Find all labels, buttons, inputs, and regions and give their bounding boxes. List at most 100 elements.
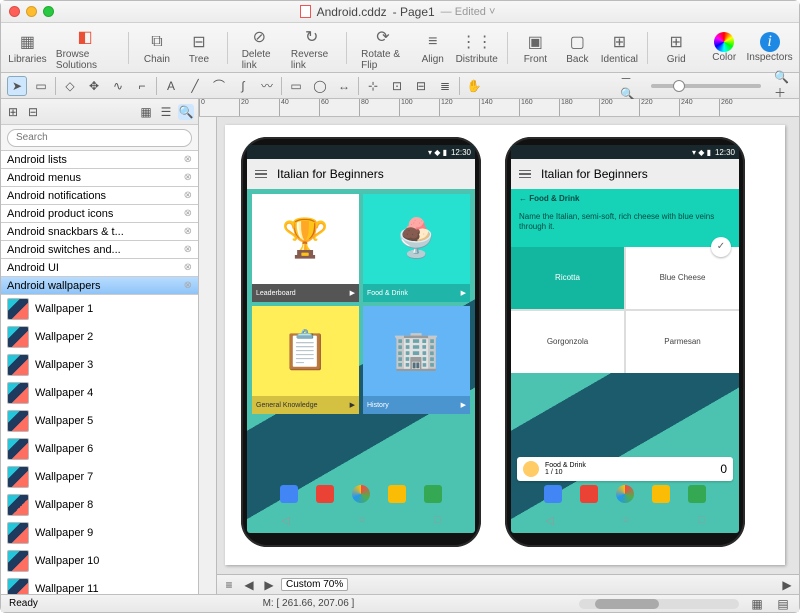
close-icon[interactable]: ⊗ [184, 280, 192, 291]
close-icon[interactable]: ⊗ [184, 244, 192, 255]
dock-app-icon[interactable] [352, 485, 370, 503]
library-item[interactable]: Wallpaper 6 [1, 435, 198, 463]
close-icon[interactable]: ⊗ [184, 262, 192, 273]
tree-button[interactable]: ⊟Tree [181, 28, 217, 67]
library-item[interactable]: Wallpaper 3 [1, 351, 198, 379]
recents-icon[interactable]: □ [434, 514, 441, 526]
view-grid-icon[interactable]: ▦ [138, 104, 154, 120]
view-mode-1-icon[interactable]: ▦ [749, 596, 765, 612]
dock-app-icon[interactable] [616, 485, 634, 503]
ellipse-icon[interactable]: ◯ [310, 76, 330, 96]
dock-app-icon[interactable] [544, 485, 562, 503]
zoom-in-icon[interactable]: 🔍＋ [773, 76, 793, 96]
inspectors-button[interactable]: iInspectors [748, 30, 791, 65]
category-item[interactable]: Android wallpapers⊗ [1, 277, 198, 295]
page-next-icon[interactable]: ▶ [261, 577, 277, 593]
front-button[interactable]: ▣Front [517, 28, 553, 67]
rect-tool-icon[interactable]: ▭ [31, 76, 51, 96]
dock-app-icon[interactable] [652, 485, 670, 503]
zoom-out-icon[interactable]: －🔍 [619, 76, 639, 96]
library-item[interactable]: Wallpaper 5 [1, 407, 198, 435]
zoom-slider[interactable] [651, 84, 761, 88]
scroll-right-icon[interactable]: ▶ [779, 577, 795, 593]
home-icon[interactable]: ○ [359, 514, 366, 526]
category-item[interactable]: Android UI⊗ [1, 259, 198, 277]
card-general-knowledge[interactable]: 📋General Knowledge▶ [252, 306, 359, 414]
category-item[interactable]: Android lists⊗ [1, 151, 198, 169]
phone-mockup-right[interactable]: ▾ ◆ ▮ 12:30 Italian for Beginners ← Food… [505, 137, 745, 547]
layers-tool-icon[interactable]: ≣ [435, 76, 455, 96]
page-surface[interactable]: ▾ ◆ ▮ 12:30 Italian for Beginners 🏆Leade… [225, 125, 785, 565]
shape-tool-icon[interactable]: ◇ [60, 76, 80, 96]
library-item-list[interactable]: Wallpaper 1Wallpaper 2Wallpaper 3Wallpap… [1, 295, 198, 594]
page-prev-icon[interactable]: ≡ [221, 577, 237, 593]
library-item[interactable]: Wallpaper 10 [1, 547, 198, 575]
answer-option[interactable]: Parmesan [626, 311, 739, 373]
view-mode-2-icon[interactable]: ▤ [775, 596, 791, 612]
close-icon[interactable]: ⊗ [184, 190, 192, 201]
canvas-viewport[interactable]: ▾ ◆ ▮ 12:30 Italian for Beginners 🏆Leade… [217, 117, 799, 574]
zoom-window-icon[interactable] [43, 6, 54, 17]
arc-tool-icon[interactable]: ⌒ [209, 76, 229, 96]
panel-toggle-icon[interactable]: ⊞ [5, 104, 21, 120]
libraries-button[interactable]: ▦Libraries [9, 28, 46, 67]
zoom-level-select[interactable]: Custom 70% [281, 578, 348, 591]
rectangle-icon[interactable]: ▭ [286, 76, 306, 96]
category-item[interactable]: Android switches and...⊗ [1, 241, 198, 259]
reverse-link-button[interactable]: ↻Reverse link [287, 23, 337, 73]
back-icon[interactable]: ◁ [281, 514, 289, 527]
spline-tool-icon[interactable]: ∫ [233, 76, 253, 96]
path-tool-icon[interactable]: ∿ [108, 76, 128, 96]
answer-option[interactable]: Ricotta [511, 247, 624, 309]
node-tool-icon[interactable]: ✥ [84, 76, 104, 96]
library-item[interactable]: Wallpaper 11 [1, 575, 198, 594]
phone-mockup-left[interactable]: ▾ ◆ ▮ 12:30 Italian for Beginners 🏆Leade… [241, 137, 481, 547]
snap-tool-icon[interactable]: ⊹ [363, 76, 383, 96]
library-item[interactable]: Wallpaper 2 [1, 323, 198, 351]
dock-app-icon[interactable] [316, 485, 334, 503]
align-button[interactable]: ≡Align [415, 28, 451, 67]
hamburger-icon[interactable] [255, 170, 267, 179]
hand-tool-icon[interactable]: ✋ [464, 76, 484, 96]
pointer-tool-icon[interactable]: ➤ [7, 76, 27, 96]
group-tool-icon[interactable]: ⊡ [387, 76, 407, 96]
quiz-header[interactable]: ← Food & Drink [511, 189, 739, 208]
minimize-window-icon[interactable] [26, 6, 37, 17]
close-window-icon[interactable] [9, 6, 20, 17]
status-scrollbar[interactable] [579, 599, 739, 609]
grid-button[interactable]: ⊞Grid [658, 28, 694, 67]
card-food-drink[interactable]: 🍨Food & Drink▶ [363, 194, 470, 302]
library-item[interactable]: Wallpaper 7 [1, 463, 198, 491]
library-item[interactable]: Wallpaper 1 [1, 295, 198, 323]
line-tool-icon[interactable]: ╱ [185, 76, 205, 96]
dock-app-icon[interactable] [280, 485, 298, 503]
library-item[interactable]: Wallpaper 8 [1, 491, 198, 519]
search-toggle-icon[interactable]: 🔍 [178, 104, 194, 120]
close-icon[interactable]: ⊗ [184, 172, 192, 183]
category-item[interactable]: Android snackbars & t...⊗ [1, 223, 198, 241]
library-search-input[interactable] [7, 129, 192, 147]
view-list-icon[interactable]: ☰ [158, 104, 174, 120]
close-icon[interactable]: ⊗ [184, 154, 192, 165]
category-item[interactable]: Android product icons⊗ [1, 205, 198, 223]
panel-hide-icon[interactable]: ⊟ [25, 104, 41, 120]
dock-app-icon[interactable] [424, 485, 442, 503]
dock-app-icon[interactable] [580, 485, 598, 503]
page-first-icon[interactable]: ◀ [241, 577, 257, 593]
connector-tool-icon[interactable]: ⌐ [132, 76, 152, 96]
card-leaderboard[interactable]: 🏆Leaderboard▶ [252, 194, 359, 302]
dock-app-icon[interactable] [388, 485, 406, 503]
home-icon[interactable]: ○ [623, 514, 630, 526]
text-tool-icon[interactable]: A [161, 76, 181, 96]
card-history[interactable]: 🏢History▶ [363, 306, 470, 414]
color-button[interactable]: Color [706, 30, 742, 65]
identical-button[interactable]: ⊞Identical [601, 28, 637, 67]
library-item[interactable]: Wallpaper 4 [1, 379, 198, 407]
hamburger-icon[interactable] [519, 170, 531, 179]
category-item[interactable]: Android notifications⊗ [1, 187, 198, 205]
chain-button[interactable]: ⧉Chain [139, 28, 175, 67]
dock-app-icon[interactable] [688, 485, 706, 503]
rotate-flip-button[interactable]: ⟳Rotate & Flip [357, 23, 409, 73]
ungroup-tool-icon[interactable]: ⊟ [411, 76, 431, 96]
close-icon[interactable]: ⊗ [184, 226, 192, 237]
